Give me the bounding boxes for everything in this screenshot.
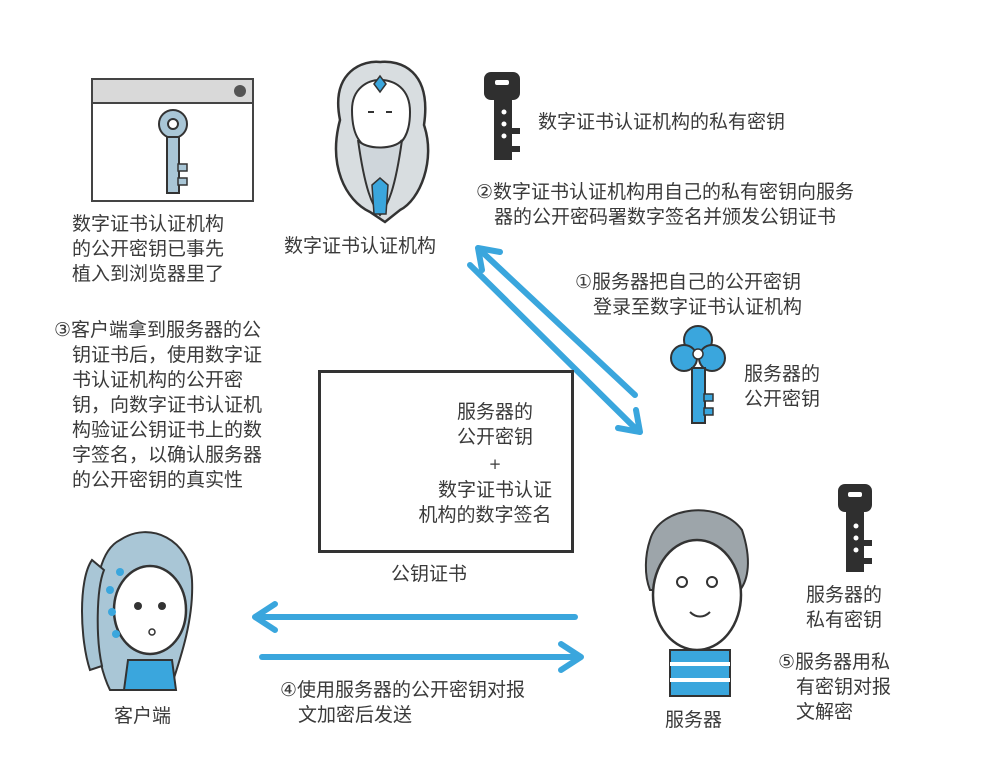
client-label: 客户端: [114, 705, 172, 727]
server-public-key-icon: [670, 325, 726, 424]
browser-address-bar: [93, 80, 252, 104]
step5-line-2: 有密钥对报: [796, 676, 892, 698]
browser-button-icon: [234, 85, 246, 97]
server-private-key-label-line-2: 私有密钥: [806, 609, 883, 631]
step1-line-1: ①服务器把自己的公开密钥: [575, 271, 802, 293]
ca-label: 数字证书认证机构: [284, 235, 437, 257]
server-figure: [644, 509, 749, 697]
certificate-line-1: 服务器的: [456, 401, 533, 423]
browser-caption-line-3: 植入到浏览器里了: [72, 263, 225, 285]
server-public-key-label-line-1: 服务器的: [744, 363, 821, 385]
certificate-plus: +: [488, 455, 502, 473]
arrow-send-encrypted: [259, 641, 584, 673]
certificate-line-2: 公开密钥: [456, 426, 533, 448]
server-public-key-label-line-2: 公开密钥: [744, 388, 821, 410]
step5-line-1: ⑤服务器用私: [778, 651, 891, 673]
step3-line-3: 书认证机构的公开密: [72, 369, 244, 391]
browser-caption-line-1: 数字证书认证机构: [72, 213, 225, 235]
ca-private-key-label: 数字证书认证机构的私有密钥: [538, 111, 786, 133]
ca-private-key-icon: [484, 72, 520, 160]
step4-line-2: 文加密后发送: [298, 704, 413, 726]
step2-line-1: ②数字证书认证机构用自己的私有密钥向服务: [476, 181, 855, 203]
certificate-caption: 公钥证书: [391, 563, 468, 585]
server-label: 服务器: [665, 709, 723, 731]
step5-line-3: 文解密: [796, 701, 854, 723]
step3-line-1: ③客户端拿到服务器的公: [54, 319, 262, 341]
step3-line-2: 钥证书后，使用数字证: [72, 344, 263, 366]
certificate-line-4: 机构的数字签名: [418, 504, 552, 526]
arrow-send-certificate: [252, 601, 578, 633]
step3-line-7: 的公开密钥的真实性: [72, 469, 244, 491]
browser-caption-line-2: 的公开密钥已事先: [72, 238, 225, 260]
ca-figure: [334, 60, 430, 224]
server-private-key-icon: [838, 484, 872, 572]
step3-line-6: 字签名，以确认服务器: [72, 444, 263, 466]
client-figure: [81, 531, 194, 691]
step4-line-1: ④使用服务器的公开密钥对报: [280, 679, 526, 701]
step3-line-5: 构验证公钥证书上的数: [72, 419, 263, 441]
certificate-line-3: 数字证书认证: [437, 479, 552, 501]
browser-window: [91, 78, 254, 202]
step3-line-4: 钥，向数字证书认证机: [72, 394, 263, 416]
step2-line-2: 器的公开密码署数字签名并颁发公钥证书: [494, 206, 837, 228]
ca-public-key-icon: [158, 109, 188, 194]
step1-line-2: 登录至数字证书认证机构: [593, 296, 803, 318]
server-private-key-label-line-1: 服务器的: [806, 584, 883, 606]
